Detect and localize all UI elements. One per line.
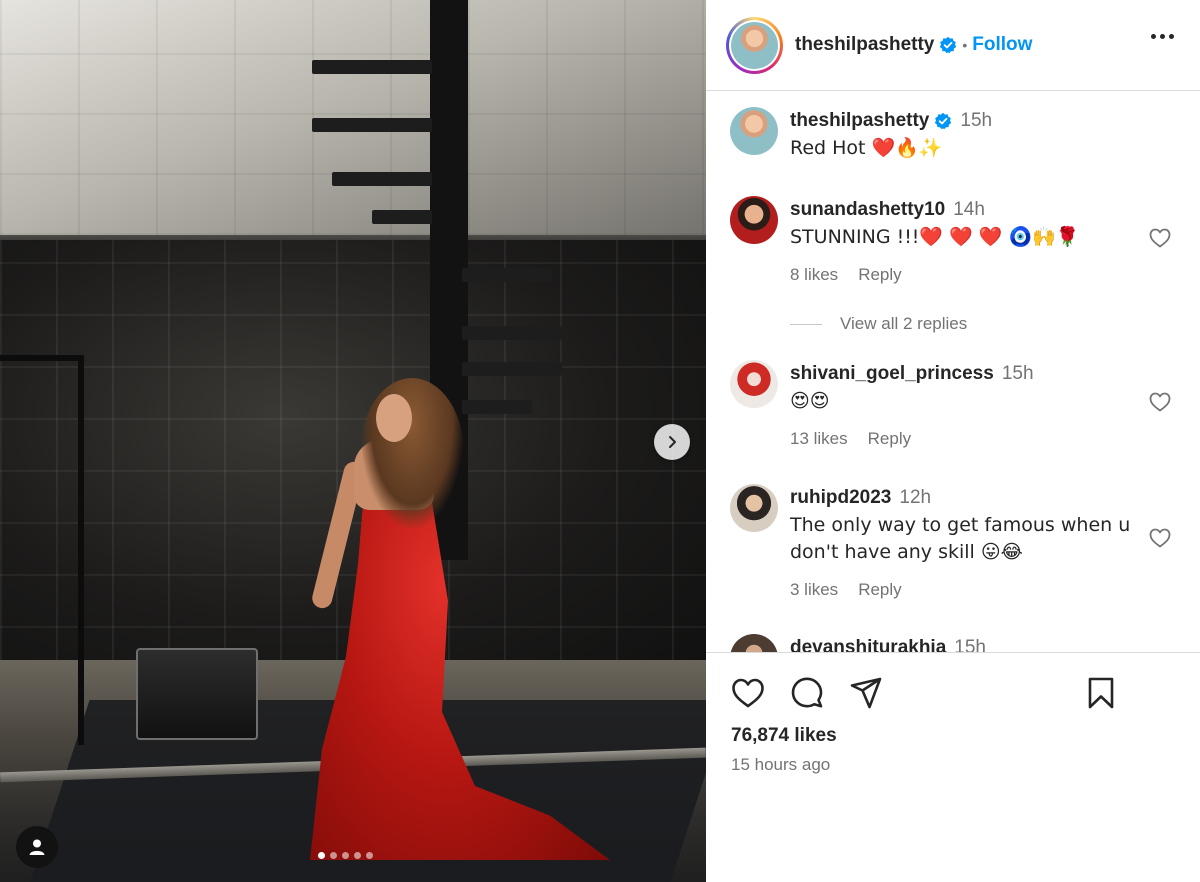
commenter-username[interactable]: ruhipd2023 (790, 487, 891, 509)
commenter-avatar[interactable] (730, 196, 778, 244)
replies-divider (790, 323, 822, 325)
photo-model-in-red-gown (300, 350, 610, 870)
carousel-dot (342, 852, 349, 859)
carousel-next-button[interactable] (654, 424, 690, 460)
more-options-icon[interactable] (1151, 34, 1174, 39)
carousel-dot (366, 852, 373, 859)
comment-likes[interactable]: 3 likes (790, 580, 838, 600)
commenter-username[interactable]: devanshiturakhia (790, 637, 946, 652)
reply-button[interactable]: Reply (858, 580, 901, 600)
post-header: theshilpashetty • Follow (706, 0, 1200, 91)
comment-text: 😍😍 (790, 390, 830, 412)
owner-story-ring[interactable] (726, 16, 783, 74)
comment-like-heart-icon[interactable] (1148, 226, 1172, 250)
comment-text: STUNNING !!!❤️ ❤️ ❤️ 🧿🙌🌹 (790, 226, 1080, 248)
reply-button[interactable]: Reply (868, 429, 911, 449)
post-side-panel: theshilpashetty • Follow theshilpashetty… (706, 0, 1200, 882)
commenter-username[interactable]: shivani_goel_princess (790, 363, 994, 385)
comment-time[interactable]: 15h (954, 637, 986, 652)
comment-like-heart-icon[interactable] (1148, 390, 1172, 414)
carousel-dot (318, 852, 325, 859)
comment-time[interactable]: 12h (899, 487, 931, 509)
tagged-users-button[interactable] (16, 826, 58, 868)
view-replies-button[interactable]: View all 2 replies (790, 314, 967, 334)
user-tag-icon (29, 839, 45, 855)
caption-text: Red Hot ❤️🔥✨ (790, 137, 943, 159)
caption-avatar[interactable] (730, 107, 778, 155)
reply-button[interactable]: Reply (858, 265, 901, 285)
comment-likes[interactable]: 13 likes (790, 429, 848, 449)
owner-username[interactable]: theshilpashetty (795, 34, 934, 56)
photo-clothes-rack (0, 355, 84, 745)
comment-time[interactable]: 14h (953, 199, 985, 221)
caption-time[interactable]: 15h (960, 110, 992, 132)
photo-flight-case (136, 648, 258, 740)
view-replies-label: View all 2 replies (840, 314, 968, 333)
comments-list[interactable]: theshilpashetty 15h Red Hot ❤️🔥✨ sunanda… (706, 92, 1200, 652)
commenter-avatar[interactable] (730, 634, 778, 652)
post-actions-bar: 76,874 likes 15 hours ago (706, 652, 1200, 882)
commenter-username[interactable]: sunandashetty10 (790, 199, 945, 221)
owner-avatar[interactable] (731, 21, 778, 69)
chevron-right-icon (669, 436, 676, 448)
carousel-dot (354, 852, 361, 859)
comment-text: The only way to get famous when u don't … (790, 514, 1131, 563)
caption-username[interactable]: theshilpashetty (790, 110, 929, 132)
carousel-dot (330, 852, 337, 859)
follow-button[interactable]: Follow (972, 34, 1032, 56)
bookmark-icon[interactable] (1083, 675, 1119, 711)
likes-count[interactable]: 76,874 likes (731, 725, 837, 747)
share-icon[interactable] (848, 675, 884, 711)
comment-icon[interactable] (789, 675, 825, 711)
heart-icon[interactable] (730, 675, 766, 711)
verified-badge-icon (935, 112, 952, 130)
post-photo[interactable] (0, 0, 706, 882)
carousel-indicator (318, 852, 373, 859)
post-timestamp[interactable]: 15 hours ago (731, 755, 830, 775)
header-separator: • (962, 37, 968, 53)
comment-time[interactable]: 15h (1002, 363, 1034, 385)
comment-likes[interactable]: 8 likes (790, 265, 838, 285)
commenter-avatar[interactable] (730, 360, 778, 408)
verified-badge-icon (940, 36, 957, 54)
comment-like-heart-icon[interactable] (1148, 526, 1172, 550)
commenter-avatar[interactable] (730, 484, 778, 532)
